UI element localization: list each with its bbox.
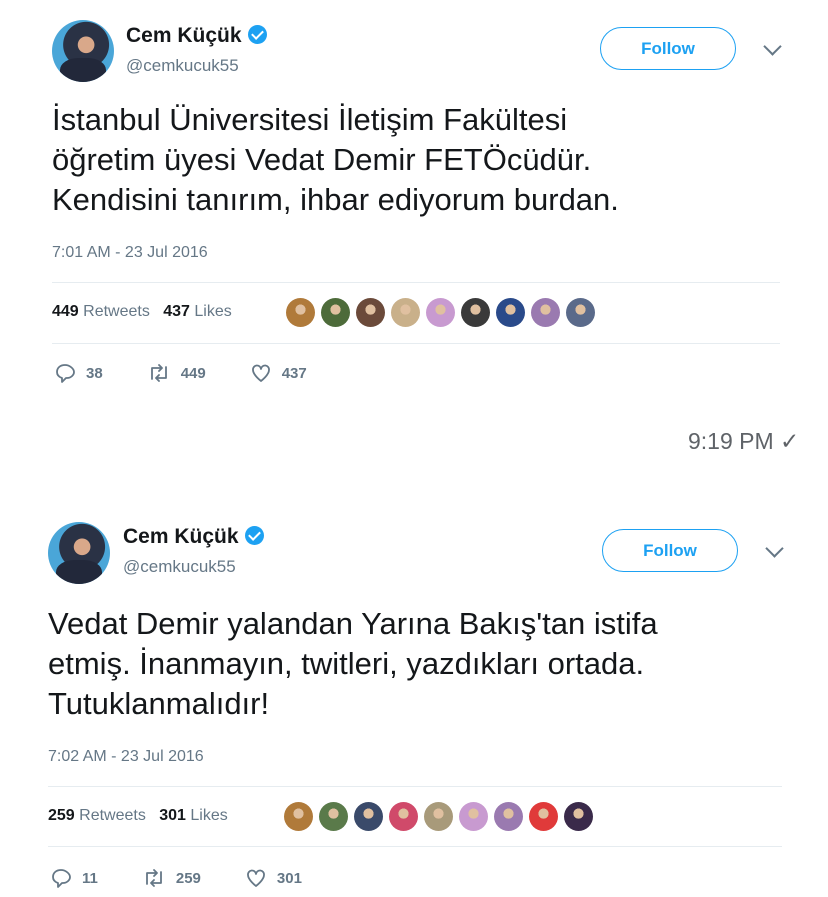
liker-avatar[interactable] [356,298,385,327]
divider [48,846,782,847]
tweet-time[interactable]: 7:02 AM - 23 Jul 2016 [48,748,204,766]
reply-count: 11 [82,869,98,887]
liker-avatar[interactable] [459,802,488,831]
author-name[interactable]: Cem Küçük [126,24,267,48]
message-timestamp: 9:19 PM ✓ [688,428,800,454]
like-button[interactable]: 437 [250,362,307,384]
liker-avatar[interactable] [389,802,418,831]
verified-badge-icon [247,25,267,44]
liker-avatar[interactable] [319,802,348,831]
liker-avatar[interactable] [494,802,523,831]
reply-button[interactable]: 38 [54,362,103,384]
author-name[interactable]: Cem Küçük [123,525,264,549]
reply-icon [56,364,75,383]
avatar[interactable] [48,522,110,584]
verified-badge-icon [244,526,264,545]
likes-count[interactable]: 437 [163,303,190,320]
engagement-stats: 259 Retweets 301 Likes [48,807,228,825]
tweet-text-line: etmiş. İnanmayın, twitleri, yazdıkları o… [48,646,645,681]
liker-avatar[interactable] [564,802,593,831]
liker-avatar[interactable] [286,298,315,327]
retweet-button[interactable]: 259 [142,867,201,889]
likers-avatars [286,298,595,327]
liker-avatar[interactable] [284,802,313,831]
follow-button[interactable]: Follow [602,529,738,572]
heart-icon [246,869,265,887]
liker-avatar[interactable] [424,802,453,831]
tweet-text-line: Vedat Demir yalandan Yarına Bakış'tan is… [48,606,658,641]
liker-avatar[interactable] [461,298,490,327]
divider [52,343,780,344]
author-handle[interactable]: @cemkucuk55 [123,557,236,577]
tweet-text-line: Kendisini tanırım, ihbar ediyorum burdan… [52,182,619,217]
reply-count: 38 [86,364,103,382]
liker-avatar[interactable] [529,802,558,831]
avatar[interactable] [52,20,114,82]
retweets-count[interactable]: 259 [48,807,75,824]
retweets-label[interactable]: Retweets [83,303,150,320]
likes-label[interactable]: Likes [190,807,227,824]
tweet-text-line: İstanbul Üniversitesi İletişim Fakültesi [52,102,568,137]
retweet-icon [145,869,162,887]
heart-icon [251,364,270,382]
tweet-text-line: öğretim üyesi Vedat Demir FETÖcüdür. [52,142,592,177]
liker-avatar[interactable] [321,298,350,327]
author-handle[interactable]: @cemkucuk55 [126,56,239,76]
chevron-down-icon[interactable] [763,37,782,56]
retweet-button[interactable]: 449 [147,362,206,384]
tweet-text: İstanbul Üniversitesi İletişim Fakültesi… [52,100,619,220]
like-count: 301 [276,869,302,887]
reply-button[interactable]: 11 [50,867,98,889]
follow-button[interactable]: Follow [600,27,736,70]
retweets-count[interactable]: 449 [52,303,79,320]
like-button[interactable]: 301 [245,867,302,889]
tweet-card-2: Cem Küçük @cemkucuk55 Follow Vedat Demir… [0,500,828,897]
likes-label[interactable]: Likes [194,303,231,320]
liker-avatar[interactable] [354,802,383,831]
likers-avatars [284,802,593,831]
retweet-icon [150,364,167,382]
liker-avatar[interactable] [391,298,420,327]
engagement-stats: 449 Retweets 437 Likes [52,303,232,321]
reply-icon [52,869,71,888]
retweet-count: 449 [180,364,206,382]
divider [52,282,780,283]
like-count: 437 [281,364,307,382]
tweet-time[interactable]: 7:01 AM - 23 Jul 2016 [52,244,208,262]
tweet-actions: 38 449 437 [54,362,351,384]
chevron-down-icon[interactable] [765,539,784,558]
liker-avatar[interactable] [496,298,525,327]
tweet-text-line: Tutuklanmalıdır! [48,686,270,721]
tweet-card-1: Cem Küçük @cemkucuk55 Follow İstanbul Ün… [0,0,828,400]
liker-avatar[interactable] [426,298,455,327]
tweet-actions: 11 259 301 [50,867,346,889]
liker-avatar[interactable] [566,298,595,327]
retweet-count: 259 [175,869,201,887]
likes-count[interactable]: 301 [159,807,186,824]
tweet-text: Vedat Demir yalandan Yarına Bakış'tan is… [48,604,658,724]
divider [48,786,782,787]
liker-avatar[interactable] [531,298,560,327]
retweets-label[interactable]: Retweets [79,807,146,824]
